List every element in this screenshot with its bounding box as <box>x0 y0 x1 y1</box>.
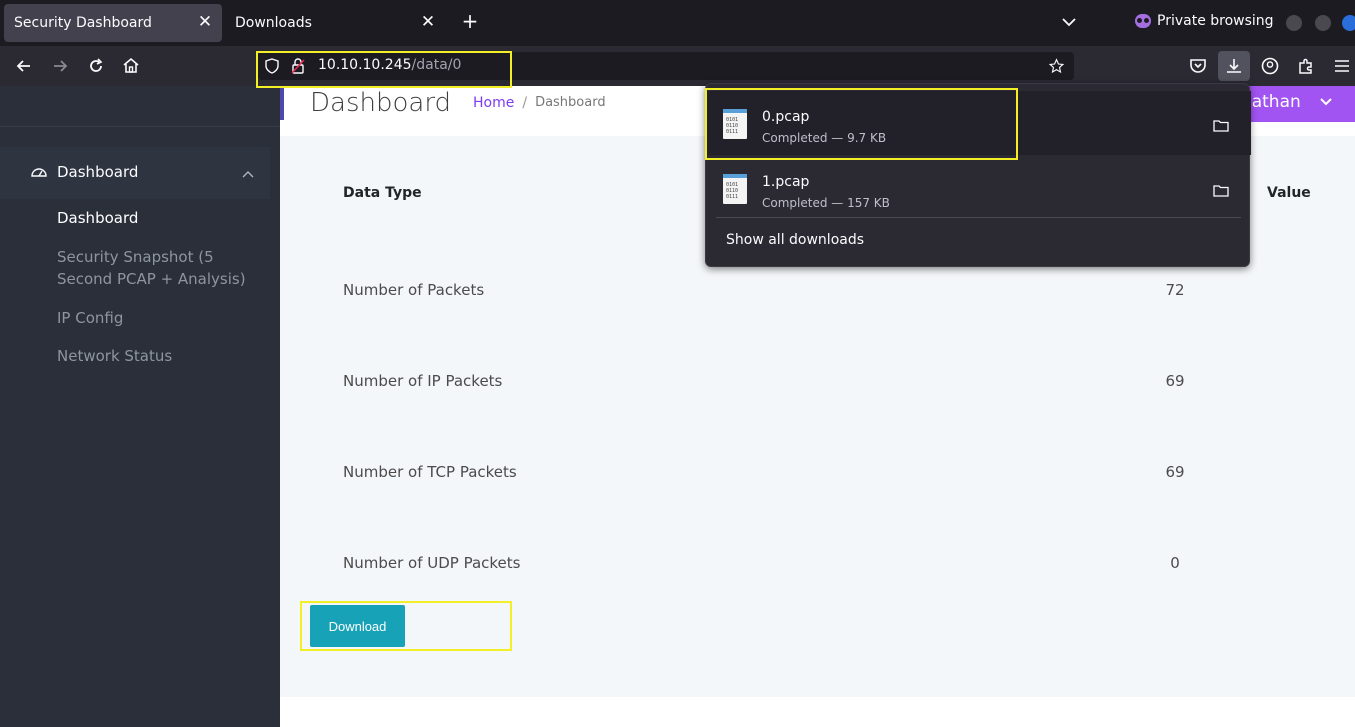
private-browsing-label: Private browsing <box>1157 13 1274 29</box>
file-icon-glyph: 0101 0110 0111 <box>726 182 739 200</box>
sidebar-item-network-status[interactable]: Network Status <box>57 345 257 367</box>
minimize-button[interactable] <box>1286 15 1302 31</box>
file-icon-glyph: 0101 0110 0111 <box>726 117 739 135</box>
chevron-down-icon[interactable] <box>1060 13 1078 31</box>
table-row-label: Number of TCP Packets <box>343 463 517 481</box>
menu-icon[interactable] <box>1332 56 1352 76</box>
tab-title: Security Dashboard <box>14 15 152 31</box>
breadcrumb: Home / Dashboard <box>473 95 606 111</box>
download-status: Completed — 157 KB <box>762 196 890 210</box>
url-bar[interactable]: 10.10.10.245/data/0 <box>258 52 1074 80</box>
table-row-value: 72 <box>1165 281 1185 299</box>
maximize-button[interactable] <box>1315 15 1331 31</box>
pocket-icon[interactable] <box>1188 56 1208 76</box>
folder-icon[interactable] <box>1213 119 1229 132</box>
download-status: Completed — 9.7 KB <box>762 131 887 145</box>
dashboard-gauge-icon <box>31 168 47 177</box>
downloads-button[interactable] <box>1218 51 1250 81</box>
chevron-down-icon <box>1320 98 1332 106</box>
download-filename: 0.pcap <box>762 109 810 125</box>
pcap-file-icon: 0101 0110 0111 <box>723 109 747 139</box>
tab-downloads[interactable]: Downloads ✕ <box>225 4 445 42</box>
table-row-label: Number of IP Packets <box>343 372 503 390</box>
sidebar-group-dashboard[interactable]: Dashboard <box>0 147 270 199</box>
extensions-icon[interactable] <box>1296 56 1316 76</box>
sidebar-item-dashboard[interactable]: Dashboard <box>57 207 257 229</box>
private-browsing-icon <box>1135 14 1151 28</box>
tab-title: Downloads <box>235 15 312 31</box>
close-icon[interactable]: ✕ <box>419 13 437 31</box>
breadcrumb-home-link[interactable]: Home <box>473 95 514 111</box>
url-host: 10.10.10.245 <box>318 57 412 73</box>
shield-icon[interactable] <box>264 58 280 74</box>
sidebar-group-label: Dashboard <box>57 163 139 181</box>
table-row-value: 0 <box>1170 554 1180 572</box>
page-footer <box>280 697 1355 727</box>
navigation-bar: 10.10.10.245/data/0 <box>0 46 1355 86</box>
account-icon[interactable] <box>1260 56 1280 76</box>
url-path: /data/0 <box>411 57 462 73</box>
download-item-0-pcap[interactable]: 0101 0110 0111 0.pcap Completed — 9.7 KB <box>706 91 1251 155</box>
insecure-lock-icon[interactable] <box>291 58 305 74</box>
window-close-button[interactable] <box>1342 15 1355 31</box>
private-browsing-indicator: Private browsing <box>1135 13 1274 29</box>
table-row-value: 69 <box>1165 463 1185 481</box>
column-header-data-type: Data Type <box>343 185 422 201</box>
page-title: Dashboard <box>310 88 452 118</box>
back-arrow-icon[interactable] <box>14 56 34 76</box>
pcap-file-icon: 0101 0110 0111 <box>723 174 747 204</box>
header-accent-bar <box>280 86 284 120</box>
folder-icon[interactable] <box>1213 184 1229 197</box>
reload-icon[interactable] <box>86 56 106 76</box>
browser-tab-bar: Security Dashboard ✕ Downloads ✕ + Priva… <box>0 0 1355 46</box>
download-filename: 1.pcap <box>762 174 810 190</box>
column-header-value: Value <box>1267 185 1311 201</box>
home-icon[interactable] <box>121 56 141 76</box>
forward-arrow-icon[interactable] <box>50 56 70 76</box>
downloads-panel: 0101 0110 0111 0.pcap Completed — 9.7 KB… <box>705 83 1251 267</box>
sidebar-item-ip-config[interactable]: IP Config <box>57 307 257 329</box>
download-button[interactable]: Download <box>310 605 405 647</box>
bookmark-star-icon[interactable] <box>1048 58 1065 74</box>
sidebar: Dashboard Dashboard Security Snapshot (5… <box>0 86 280 727</box>
download-arrow-icon <box>1227 59 1241 73</box>
chevron-up-icon[interactable] <box>241 169 255 179</box>
tab-security-dashboard[interactable]: Security Dashboard ✕ <box>4 4 222 42</box>
breadcrumb-current: Dashboard <box>535 95 606 110</box>
url-text[interactable]: 10.10.10.245/data/0 <box>318 57 461 73</box>
show-all-downloads-link[interactable]: Show all downloads <box>726 232 864 248</box>
downloads-divider <box>716 217 1241 218</box>
breadcrumb-separator: / <box>522 95 528 111</box>
download-item-1-pcap[interactable]: 0101 0110 0111 1.pcap Completed — 157 KB <box>706 156 1251 220</box>
table-row-value: 69 <box>1165 372 1185 390</box>
sidebar-item-security-snapshot[interactable]: Security Snapshot (5 Second PCAP + Analy… <box>57 246 257 290</box>
table-row-label: Number of UDP Packets <box>343 554 521 572</box>
close-icon[interactable]: ✕ <box>196 13 214 31</box>
table-row-label: Number of Packets <box>343 281 485 299</box>
new-tab-button[interactable]: + <box>460 11 480 31</box>
sidebar-divider <box>0 126 280 127</box>
